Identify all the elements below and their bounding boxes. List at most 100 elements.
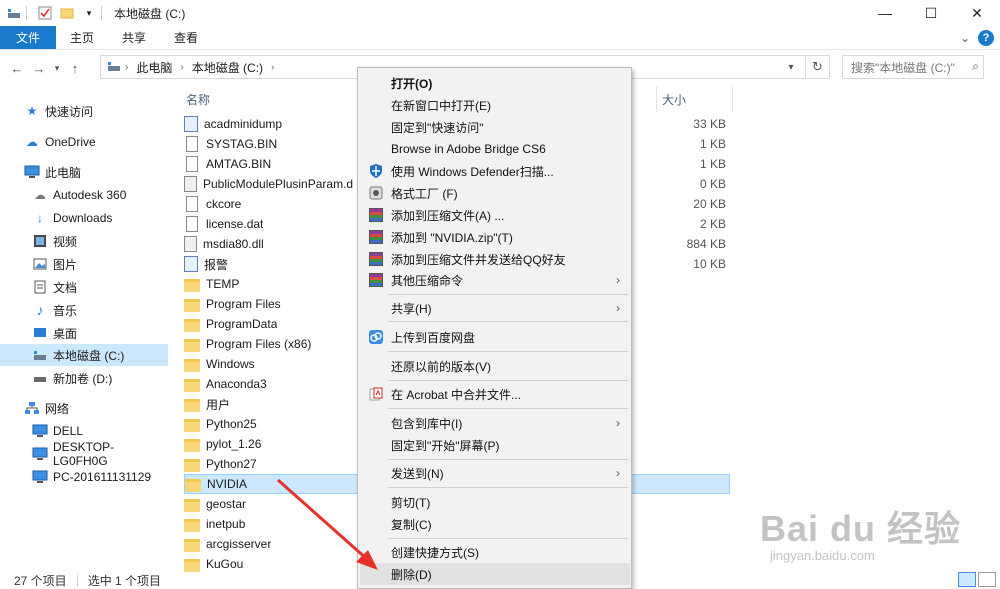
desktop-icon	[32, 325, 48, 341]
nav-item-desktop-lg0fh0g[interactable]: DESKTOP-LG0FH0G	[0, 440, 168, 468]
document-icon	[32, 279, 48, 295]
settings-file-icon	[184, 176, 197, 192]
back-arrow-icon[interactable]: ←	[6, 57, 28, 79]
menu-item-create-shortcut[interactable]: 创建快捷方式(S)	[360, 541, 630, 563]
menu-item-defender-scan[interactable]: 使用 Windows Defender扫描...	[360, 160, 630, 182]
winrar-icon	[368, 207, 384, 223]
divider	[76, 574, 78, 587]
music-icon: ♪	[36, 302, 44, 318]
nav-label: 桌面	[53, 326, 78, 341]
nav-item-this-pc[interactable]: 此电脑	[0, 161, 168, 183]
menu-item-include-library[interactable]: 包含到库中(I) ›	[360, 412, 630, 434]
winrar-icon	[368, 229, 384, 245]
baidu-netdisk-icon	[368, 329, 384, 345]
quick-access-dropdown-icon[interactable]: ▾	[81, 5, 97, 21]
large-icons-view-button[interactable]	[978, 572, 996, 587]
address-dropdown-icon[interactable]: ▾	[781, 56, 801, 78]
menu-item-pin-start[interactable]: 固定到"开始"屏幕(P)	[360, 434, 630, 456]
nav-item-d-drive[interactable]: 新加卷 (D:)	[0, 367, 168, 389]
nav-item-autodesk-360[interactable]: ☁ Autodesk 360	[0, 184, 168, 206]
close-button[interactable]: ✕	[954, 0, 1000, 26]
menu-item-copy[interactable]: 复制(C)	[360, 513, 630, 535]
new-folder-icon[interactable]	[59, 5, 75, 21]
chevron-right-icon: ›	[616, 273, 620, 287]
menu-item-cut[interactable]: 剪切(T)	[360, 491, 630, 513]
minimize-button[interactable]: —	[862, 0, 908, 26]
tab-view[interactable]: 查看	[160, 26, 212, 49]
menu-item-acrobat-merge[interactable]: 在 Acrobat 中合并文件...	[360, 383, 630, 405]
maximize-button[interactable]: ☐	[908, 0, 954, 26]
menu-item-other-compress[interactable]: 其他压缩命令 ›	[360, 269, 630, 291]
folder-icon	[184, 398, 200, 412]
file-size: 0 KB	[699, 177, 726, 191]
details-view-button[interactable]	[958, 572, 976, 587]
navigation-pane: ★ 快速访问 ☁ OneDrive 此电脑 ☁ Autodesk 360 ↓ D…	[0, 96, 168, 566]
file-name: PublicModulePlusinParam.d	[203, 177, 354, 191]
menu-item-upload-baidu[interactable]: 上传到百度网盘	[360, 326, 630, 348]
file-size: 20 KB	[693, 197, 726, 211]
menu-item-send-to[interactable]: 发送到(N) ›	[360, 462, 630, 484]
folder-icon	[185, 478, 201, 492]
menu-item-add-archive[interactable]: 添加到压缩文件(A) ...	[360, 204, 630, 226]
video-icon	[32, 233, 48, 249]
menu-item-open[interactable]: 打开(O)	[360, 72, 630, 94]
nav-item-documents[interactable]: 文档	[0, 276, 168, 298]
search-icon[interactable]: ⌕	[972, 59, 979, 74]
chevron-right-icon[interactable]: ›	[180, 62, 183, 73]
chevron-right-icon[interactable]: ›	[271, 62, 274, 73]
tab-file[interactable]: 文件	[0, 26, 57, 49]
menu-divider	[388, 538, 628, 539]
nav-item-videos[interactable]: 视频	[0, 230, 168, 252]
menu-item-pin-quick-access[interactable]: 固定到"快速访问"	[360, 116, 630, 138]
file-name: Python27	[206, 457, 257, 471]
tab-share[interactable]: 共享	[108, 26, 160, 49]
file-name: arcgisserver	[206, 537, 272, 551]
column-divider[interactable]	[732, 86, 733, 112]
menu-item-restore-previous[interactable]: 还原以前的版本(V)	[360, 355, 630, 377]
file-size: 2 KB	[699, 217, 726, 231]
help-icon[interactable]: ?	[978, 30, 994, 46]
nav-item-downloads[interactable]: ↓ Downloads	[0, 207, 168, 229]
nav-item-onedrive[interactable]: ☁ OneDrive	[0, 131, 168, 153]
nav-item-c-drive[interactable]: 本地磁盘 (C:)	[0, 344, 168, 366]
folder-icon	[184, 518, 200, 532]
chevron-right-icon[interactable]: ›	[125, 62, 128, 73]
nav-item-music[interactable]: ♪ 音乐	[0, 299, 168, 321]
menu-item-add-send-qq[interactable]: 添加到压缩文件并发送给QQ好友	[360, 248, 630, 270]
nav-item-quick-access[interactable]: ★ 快速访问	[0, 100, 168, 122]
nav-item-pc-201611131129[interactable]: PC-201611131129	[0, 466, 168, 488]
recent-dropdown-icon[interactable]: ▾	[50, 57, 64, 79]
nav-item-desktop[interactable]: 桌面	[0, 322, 168, 344]
menu-item-add-zip[interactable]: 添加到 "NVIDIA.zip"(T)	[360, 226, 630, 248]
menu-item-open-new-window[interactable]: 在新窗口中打开(E)	[360, 94, 630, 116]
nav-item-pictures[interactable]: 图片	[0, 253, 168, 275]
context-menu: 打开(O) 在新窗口中打开(E) 固定到"快速访问" Browse in Ado…	[357, 67, 632, 589]
properties-icon[interactable]	[37, 5, 53, 21]
file-size: 10 KB	[693, 257, 726, 271]
divider	[26, 6, 27, 20]
breadcrumb-this-pc[interactable]: 此电脑	[136, 59, 172, 76]
menu-item-adobe-bridge[interactable]: Browse in Adobe Bridge CS6	[360, 138, 630, 160]
forward-arrow-icon[interactable]: →	[28, 57, 50, 79]
watermark-brand: Bai du 经验	[760, 508, 962, 549]
column-divider[interactable]	[656, 86, 657, 112]
refresh-icon[interactable]: ↻	[805, 56, 829, 78]
breadcrumb-c-drive[interactable]: 本地磁盘 (C:)	[192, 59, 263, 76]
column-header-size[interactable]: 大小	[662, 86, 686, 112]
menu-item-share[interactable]: 共享(H) ›	[360, 297, 630, 319]
nav-item-network[interactable]: 网络	[0, 397, 168, 419]
computer-icon	[24, 164, 40, 180]
nav-label: Downloads	[53, 211, 113, 225]
column-header-name[interactable]: 名称	[186, 86, 210, 112]
drive-icon[interactable]	[6, 5, 22, 21]
menu-item-format-factory[interactable]: 格式工厂 (F)	[360, 182, 630, 204]
menu-divider	[388, 380, 628, 381]
tab-home[interactable]: 主页	[56, 26, 108, 49]
download-icon: ↓	[37, 211, 43, 225]
nav-item-dell[interactable]: DELL	[0, 420, 168, 442]
expand-ribbon-icon[interactable]: ⌄	[960, 31, 970, 45]
folder-icon	[184, 318, 200, 332]
search-input[interactable]: 搜索"本地磁盘 (C:)" ⌕	[842, 55, 984, 79]
up-arrow-icon[interactable]: ↑	[64, 57, 86, 79]
folder-icon	[184, 558, 200, 572]
